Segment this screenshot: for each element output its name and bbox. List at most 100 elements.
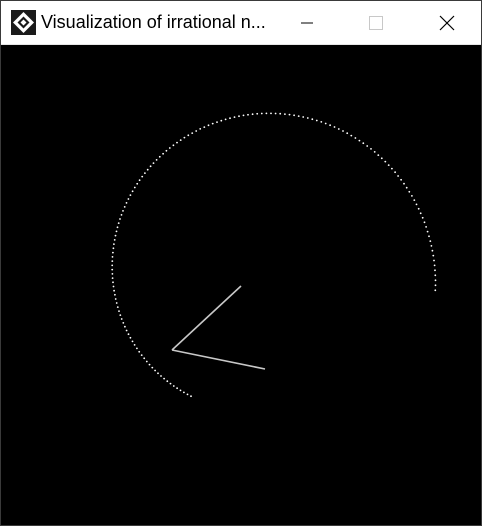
trail-dot bbox=[426, 230, 429, 233]
trail-dot bbox=[176, 141, 178, 144]
trail-dot bbox=[417, 207, 420, 210]
trail-dot bbox=[114, 293, 116, 296]
trail-dot bbox=[431, 249, 434, 252]
trail-dot bbox=[111, 260, 114, 262]
trail-dot bbox=[129, 194, 132, 197]
trail-dot bbox=[183, 136, 186, 139]
minimize-button[interactable] bbox=[272, 0, 342, 45]
trail-dot bbox=[306, 117, 309, 119]
trail-dot bbox=[172, 144, 175, 147]
trail-dot bbox=[247, 113, 249, 116]
trail-dot bbox=[155, 159, 158, 161]
trail-dot bbox=[413, 199, 416, 202]
trail-dot bbox=[434, 274, 437, 277]
trail-dot bbox=[408, 190, 411, 193]
trail-dot bbox=[119, 314, 122, 316]
trail-dot bbox=[162, 152, 165, 155]
trail-dot bbox=[434, 289, 437, 292]
trail-dot bbox=[141, 175, 144, 178]
trail-dot bbox=[136, 347, 138, 350]
visualization-canvas bbox=[0, 45, 482, 526]
trail-dot bbox=[421, 216, 424, 219]
trail-dot bbox=[113, 289, 115, 292]
trail-dot bbox=[203, 126, 206, 128]
trail-dot bbox=[125, 329, 128, 332]
trail-dot bbox=[405, 186, 408, 189]
trail-dot bbox=[145, 360, 148, 363]
trail-dot bbox=[113, 239, 116, 241]
minimize-icon bbox=[301, 22, 313, 23]
trail-dot bbox=[220, 119, 223, 122]
trail-dot bbox=[129, 336, 132, 339]
dot-trail bbox=[111, 112, 437, 398]
trail-dot bbox=[163, 377, 166, 380]
trail-dot bbox=[350, 134, 353, 137]
trail-dot bbox=[176, 387, 179, 390]
trail-dot bbox=[433, 264, 436, 267]
trail-dot bbox=[362, 142, 365, 145]
trail-dot bbox=[279, 112, 282, 115]
trail-dot bbox=[122, 210, 124, 212]
trail-dot bbox=[256, 112, 259, 115]
trail-dot bbox=[158, 155, 161, 158]
trail-dot bbox=[113, 243, 115, 246]
trail-dot bbox=[428, 235, 430, 238]
trail-dot bbox=[423, 221, 426, 224]
trail-dot bbox=[288, 113, 291, 116]
trail-dot bbox=[144, 172, 146, 174]
trail-dot bbox=[112, 247, 115, 250]
trail-dot bbox=[419, 212, 422, 215]
trail-dot bbox=[377, 154, 380, 156]
trail-dot bbox=[384, 160, 387, 163]
trail-dot bbox=[169, 382, 172, 385]
maximize-button[interactable] bbox=[341, 0, 411, 45]
trail-dot bbox=[123, 206, 126, 208]
trail-dot bbox=[434, 279, 437, 282]
close-button[interactable] bbox=[412, 0, 482, 45]
trail-dot bbox=[358, 139, 361, 142]
trail-dot bbox=[354, 137, 357, 139]
window-title: Visualization of irrational n... bbox=[41, 12, 266, 32]
trail-dot bbox=[127, 333, 130, 336]
maximize-icon bbox=[369, 15, 383, 30]
title-bar[interactable]: Visualization of irrational n... bbox=[0, 0, 482, 45]
trail-dot bbox=[114, 298, 117, 300]
trail-dot bbox=[111, 273, 114, 275]
trail-dot bbox=[111, 256, 114, 258]
trail-dot bbox=[315, 119, 318, 122]
trail-dot bbox=[131, 190, 134, 193]
trail-dot bbox=[138, 179, 141, 182]
trail-dot bbox=[165, 149, 168, 152]
trail-dot bbox=[366, 145, 369, 147]
trail-dot bbox=[346, 132, 349, 135]
trail-dot bbox=[186, 393, 189, 396]
trail-dot bbox=[297, 115, 300, 117]
trail-dot bbox=[403, 182, 405, 185]
trail-dot bbox=[131, 340, 134, 343]
trail-dot bbox=[140, 354, 143, 356]
app-diamond-icon[interactable] bbox=[11, 10, 36, 35]
trail-dot bbox=[115, 230, 118, 233]
trail-dot bbox=[429, 240, 432, 243]
trail-dot bbox=[397, 175, 399, 177]
trail-dot bbox=[324, 122, 327, 125]
trail-dot bbox=[190, 395, 192, 398]
hand-short bbox=[171, 285, 242, 351]
trail-dot bbox=[111, 264, 114, 267]
trail-dot bbox=[229, 117, 231, 120]
trail-dot bbox=[127, 198, 130, 200]
trail-dot bbox=[120, 214, 123, 216]
trail-dot bbox=[138, 350, 141, 353]
trail-dot bbox=[166, 380, 169, 383]
trail-dot bbox=[434, 269, 436, 272]
trail-dot bbox=[124, 325, 126, 328]
trail-dot bbox=[122, 322, 125, 324]
trail-dot bbox=[342, 130, 344, 132]
trail-dot bbox=[146, 168, 149, 171]
trail-dot bbox=[415, 203, 418, 206]
trail-dot bbox=[320, 121, 323, 123]
app-window: Visualization of irrational n... bbox=[0, 0, 482, 526]
trail-dot bbox=[154, 369, 157, 372]
trail-dot bbox=[191, 132, 194, 134]
trail-dot bbox=[400, 178, 402, 181]
